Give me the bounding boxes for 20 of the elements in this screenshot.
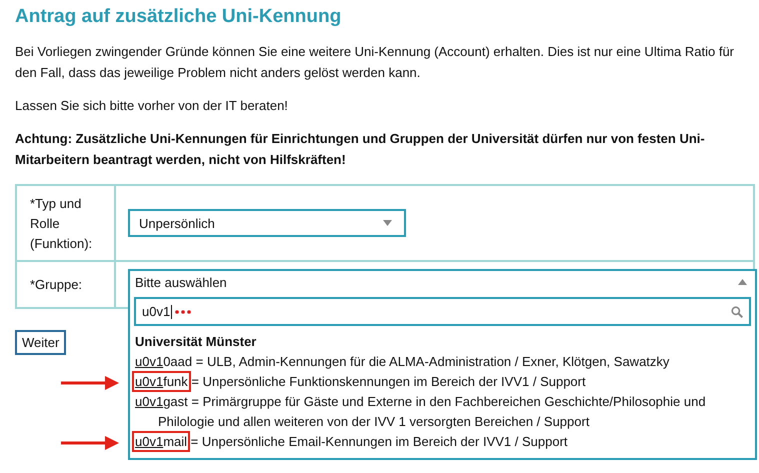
dropdown-option[interactable]: u0v1funk = Unpersönliche Funktionskennungen im Bereich der IVV1 / Support: [134, 372, 751, 392]
field-label: *Typ und Rolle (Funktion):: [17, 186, 116, 260]
body-text: Bei Vorliegen zwingender Gründe können Sie eine weitere Uni-Kennung (Account) erhalten. Dies ist nur eine Ultima Ratio für den Fall, dass das jeweilige Problem nicht anders gelöst werden kann.: [15, 43, 736, 82]
arrow-icon: [61, 376, 119, 390]
select-field[interactable]: Unpersönlich: [128, 209, 406, 237]
page-title: Antrag auf zusätzliche Uni-Kennung: [15, 6, 342, 28]
loading-dots-icon: [175, 310, 192, 314]
search-icon: [731, 306, 743, 318]
search-field[interactable]: u0v1: [134, 297, 751, 326]
warning-text: Achtung: Zusätzliche Uni-Kennungen für Einrichtungen und Gruppen der Universität dürfen nur von festen Uni-Mitarbeitern beantragt werden, nicht von Hilfskräften!: [15, 130, 706, 169]
dropdown-option[interactable]: u0v10aad = ULB, Admin-Kennungen für die ALMA-Administration / Exner, Klötgen, Sawatzky: [134, 352, 751, 372]
caret-up-icon: [738, 279, 747, 285]
arrow-icon: [61, 436, 119, 450]
caret-down-icon: [383, 220, 392, 226]
option-group-label: Universität Münster: [134, 333, 258, 351]
continue-button[interactable]: Weiter: [15, 330, 66, 355]
body-text: Lassen Sie sich bitte vorher von der IT beraten!: [15, 97, 289, 115]
select-field[interactable]: Bitte auswählen: [130, 271, 755, 293]
dropdown-option[interactable]: u0v1mail = Unpersönliche Email-Kennungen im Bereich der IVV1 / Support: [134, 432, 751, 452]
field-label: *Gruppe:: [17, 262, 116, 307]
